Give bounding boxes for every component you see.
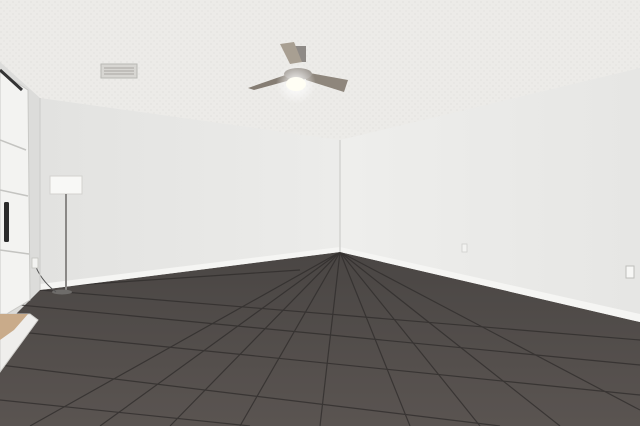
outlet-right-wall <box>625 265 635 279</box>
room-photo <box>0 0 640 426</box>
door <box>0 68 31 319</box>
outlet-right-wall-small <box>461 243 468 253</box>
lamp-base <box>52 289 72 295</box>
door-handle <box>4 202 9 242</box>
lamp-shade <box>49 175 83 195</box>
fan-light <box>286 77 306 91</box>
outlet-left-wall <box>31 257 39 269</box>
room-scene <box>0 0 640 426</box>
